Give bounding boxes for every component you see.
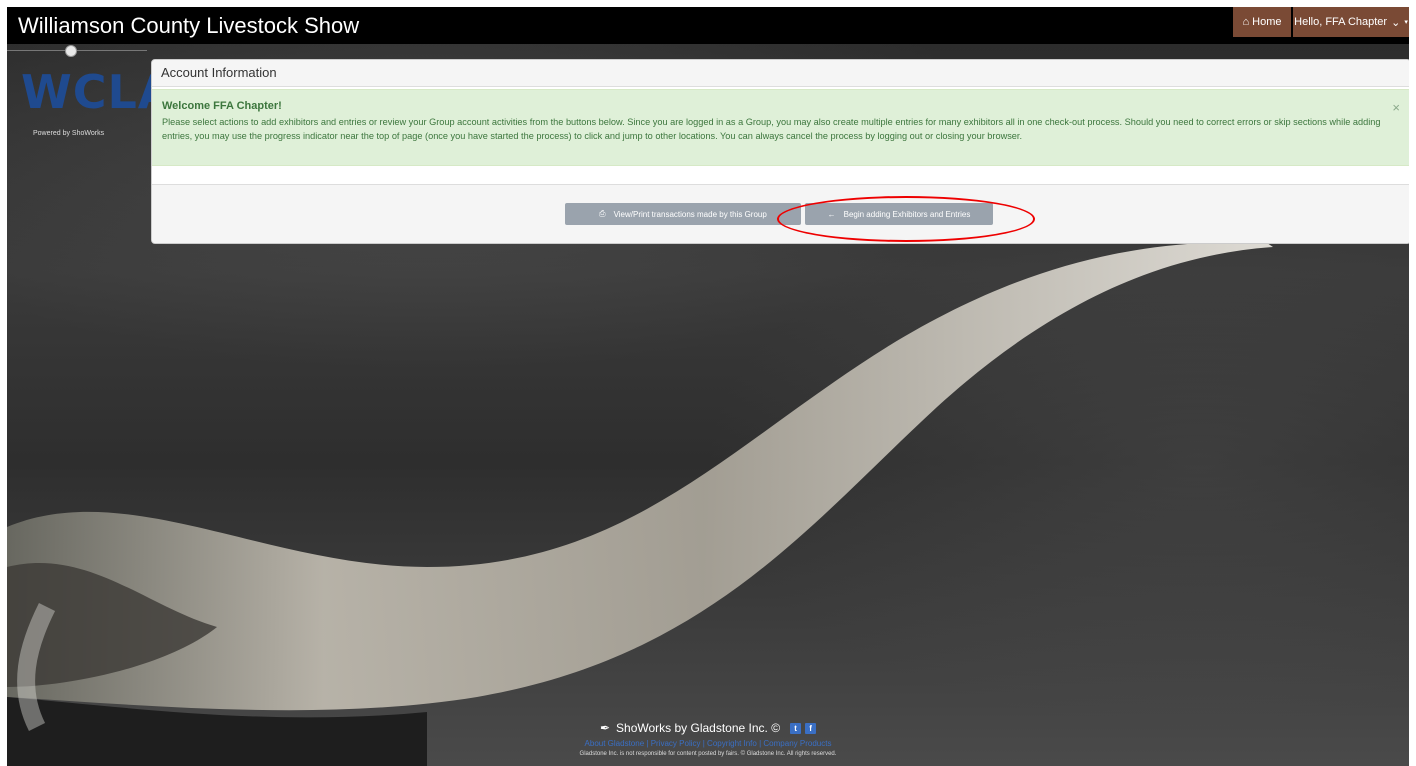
user-menu-dropdown[interactable]: Hello, FFA Chapter ⌄ ▾	[1293, 7, 1409, 37]
red-circle-annotation	[777, 196, 1035, 242]
chevron-down-icon: ⌄	[1391, 16, 1401, 29]
footer-disclaimer: Gladstone Inc. is not responsible for co…	[579, 751, 837, 757]
alert-title: Welcome FFA Chapter!	[162, 100, 282, 112]
print-icon: ⎙	[599, 209, 606, 218]
welcome-alert: Welcome FFA Chapter! Please select actio…	[152, 89, 1409, 166]
social-links: t f	[790, 722, 817, 734]
user-greeting: Hello, FFA Chapter	[1294, 16, 1388, 28]
footer-link-products[interactable]: Company Products	[763, 739, 831, 748]
panel-heading: Account Information	[152, 60, 1409, 87]
footer-brand-text: ShoWorks by Gladstone Inc. ©	[616, 721, 781, 735]
facebook-icon[interactable]: f	[805, 722, 817, 734]
home-icon: ⌂	[1242, 16, 1250, 28]
twitter-icon[interactable]: t	[790, 722, 802, 734]
alert-message: Please select actions to add exhibitors …	[162, 117, 1381, 141]
page-footer: ✒ ShoWorks by Gladstone Inc. © t f About…	[7, 721, 1409, 757]
footer-link-copyright[interactable]: Copyright Info	[707, 739, 757, 748]
page-frame: Williamson County Livestock Show ⌂ Home …	[7, 7, 1409, 766]
sidebar-toggle-button[interactable]	[65, 45, 77, 57]
top-navbar: Williamson County Livestock Show ⌂ Home …	[7, 7, 1409, 44]
view-print-label: View/Print transactions made by this Gro…	[613, 209, 767, 219]
home-label: Home	[1252, 16, 1282, 28]
footer-links: About Gladstone | Privacy Policy | Copyr…	[584, 739, 832, 748]
view-print-transactions-button[interactable]: ⎙ View/Print transactions made by this G…	[565, 203, 801, 225]
footer-link-about[interactable]: About Gladstone	[585, 739, 645, 748]
footer-link-privacy[interactable]: Privacy Policy	[651, 739, 701, 748]
sidebar-divider	[7, 50, 147, 51]
close-icon[interactable]: ×	[1392, 100, 1400, 115]
powered-by-text: Powered by ShoWorks	[33, 130, 105, 137]
footer-brand: ✒ ShoWorks by Gladstone Inc. © t f	[7, 721, 1409, 735]
feather-icon: ✒	[599, 721, 611, 735]
home-nav-button[interactable]: ⌂ Home	[1233, 7, 1291, 37]
caret-down-icon: ▾	[1404, 19, 1408, 26]
site-title[interactable]: Williamson County Livestock Show	[18, 13, 359, 39]
